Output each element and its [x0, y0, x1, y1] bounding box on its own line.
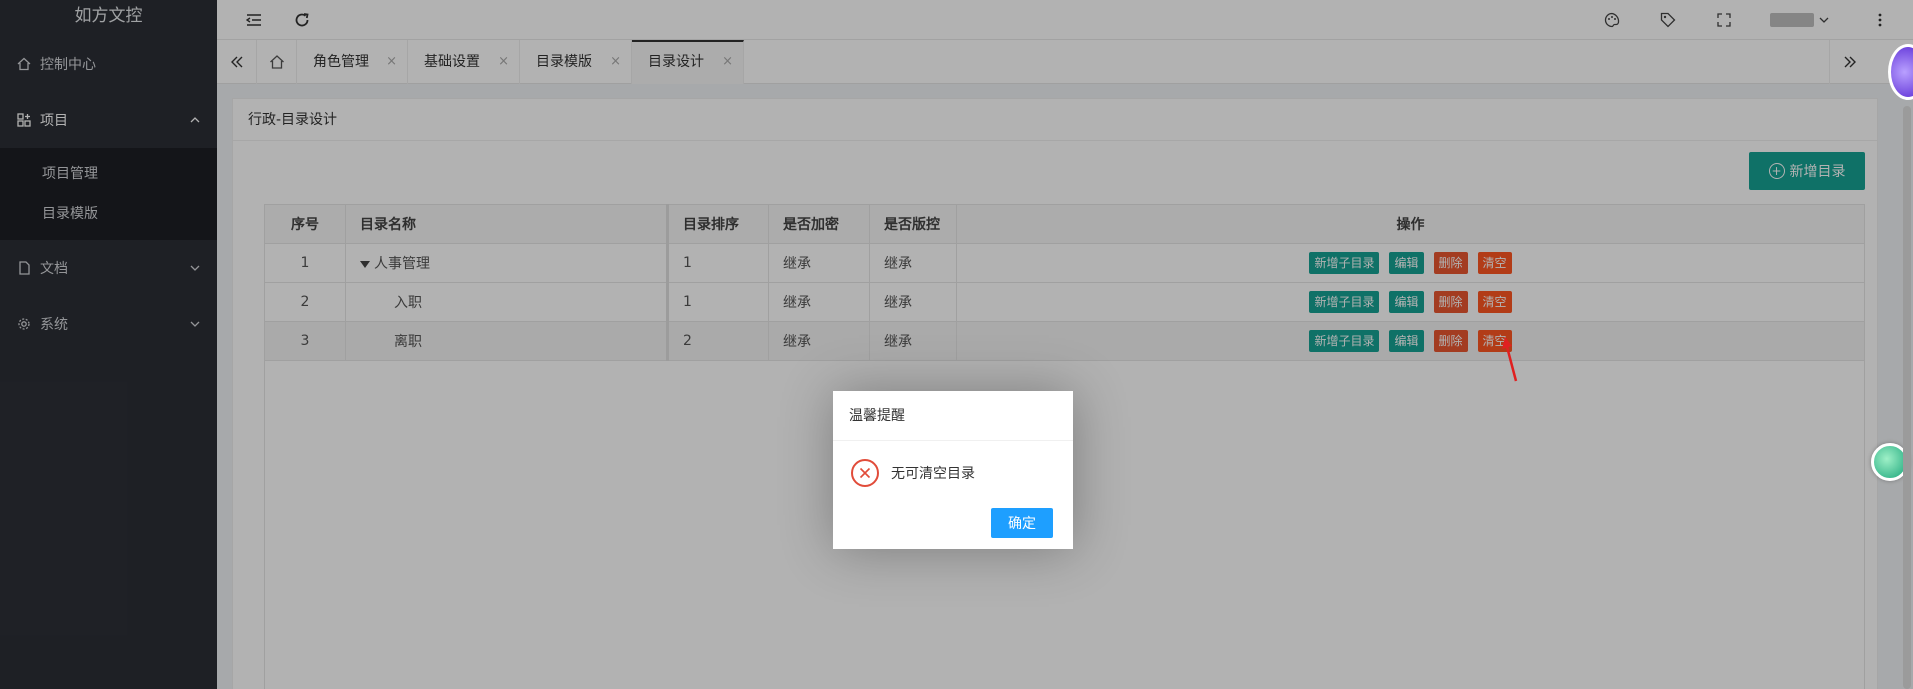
annotation-arrow [1502, 337, 1518, 382]
dialog-message: 无可清空目录 [891, 466, 975, 482]
page-scrollbar[interactable] [1903, 106, 1911, 689]
modal-overlay[interactable] [0, 0, 1913, 689]
error-icon [851, 459, 879, 487]
alert-dialog: 温馨提醒 无可清空目录 确定 [833, 391, 1073, 549]
dialog-ok-button[interactable]: 确定 [991, 508, 1053, 538]
dialog-body: 无可清空目录 [851, 459, 975, 487]
dialog-title: 温馨提醒 [833, 391, 1073, 441]
